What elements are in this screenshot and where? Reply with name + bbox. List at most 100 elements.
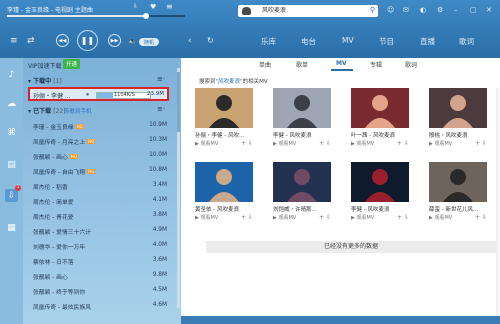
- track-row[interactable]: 凤凰传奇 - 最炫民族风 4.6M: [33, 300, 167, 312]
- mv-thumbnail[interactable]: [429, 162, 487, 202]
- watch-mv-button[interactable]: ▶ 观看MV: [195, 214, 218, 221]
- next-button[interactable]: ▶▶: [108, 34, 121, 47]
- track-row[interactable]: 蔡依林 - 日不落 3.6M: [33, 255, 167, 267]
- list-icon[interactable]: ▤: [5, 158, 18, 171]
- mv-thumbnail[interactable]: [429, 88, 487, 128]
- mv-thumbnail[interactable]: [273, 88, 331, 128]
- add-icon[interactable]: +: [475, 140, 480, 147]
- right-scrollbar[interactable]: [496, 88, 499, 318]
- menu-icon[interactable]: ≡: [10, 36, 18, 46]
- search-icon[interactable]: ⚲: [370, 6, 375, 14]
- track-row[interactable]: 李瑾 - 金玉良缘 HQ 10.9M: [33, 120, 167, 132]
- mv-card[interactable]: 李健 - 风吹麦浪 ▶ 观看MV + ⇩: [273, 88, 331, 148]
- watch-mv-button[interactable]: ▶ 观看MV: [195, 140, 218, 147]
- mv-caption[interactable]: 李健 - 风吹麦浪: [273, 131, 311, 139]
- progress-knob[interactable]: [142, 13, 149, 19]
- mv-card[interactable]: 刘恺威・许晴那... ▶ 观看MV + ⇩: [273, 162, 331, 222]
- search-input[interactable]: 风吹麦浪: [262, 6, 286, 16]
- mv-thumbnail[interactable]: [351, 88, 409, 128]
- refresh-icon[interactable]: ↻: [207, 36, 214, 45]
- track-row[interactable]: 凤凰传奇 - 自由飞翔 HQ 10.8M: [33, 165, 167, 177]
- watch-mv-button[interactable]: ▶ 观看MV: [351, 214, 374, 221]
- volume-icon[interactable]: 🔈: [128, 37, 137, 45]
- heart-icon[interactable]: ♥: [150, 3, 156, 11]
- tab-library[interactable]: 乐库: [261, 36, 276, 47]
- mv-card[interactable]: 李健 - 风吹麦浪 ▶ 观看MV + ⇩: [351, 162, 409, 222]
- watch-mv-button[interactable]: ▶ 观看MV: [429, 214, 452, 221]
- tab-live[interactable]: 直播: [420, 36, 435, 47]
- cloud-icon[interactable]: ☁: [5, 97, 18, 110]
- download-icon[interactable]: ⇩: [404, 214, 409, 221]
- mv-card[interactable]: 孙俪・李健 - 风吹... ▶ 观看MV + ⇩: [195, 88, 253, 148]
- download-icon[interactable]: ⇩: [326, 140, 331, 147]
- download-icon[interactable]: ⇩: [248, 214, 253, 221]
- track-row[interactable]: 张靓颖 - 终于等到你 4.5M: [33, 285, 167, 297]
- apps-icon[interactable]: ▦: [5, 221, 18, 234]
- playback-progress[interactable]: [7, 13, 185, 19]
- skin-icon[interactable]: ◐: [420, 6, 426, 14]
- left-scrollbar[interactable]: [177, 68, 180, 308]
- mail-icon[interactable]: ✉: [403, 6, 409, 14]
- mv-card[interactable]: 黄圣依 - 风吹麦浪 ▶ 观看MV + ⇩: [195, 162, 253, 222]
- download-icon[interactable]: ⇩: [326, 214, 331, 221]
- shuffle-icon[interactable]: ⇄: [27, 36, 35, 46]
- section-menu-icon[interactable]: ≡·: [157, 75, 165, 83]
- mv-caption[interactable]: 叶一茜 - 风吹麦浪: [351, 131, 395, 139]
- restore-icon[interactable]: ▢: [470, 6, 477, 14]
- radio-icon[interactable]: ⌘: [5, 126, 18, 139]
- track-row[interactable]: 周杰伦 - 青花瓷 3.8M: [33, 210, 167, 222]
- add-icon[interactable]: +: [319, 214, 324, 221]
- tab-radio[interactable]: 电台: [301, 36, 316, 47]
- pause-download-icon[interactable]: ⏸: [86, 91, 89, 99]
- watch-mv-button[interactable]: ▶ 观看MV: [273, 214, 296, 221]
- downloaded-section-header[interactable]: ▾ 已下载 [22]: [28, 106, 66, 115]
- user-icon[interactable]: ☺: [387, 6, 394, 14]
- watch-mv-button[interactable]: ▶ 观看MV: [429, 140, 452, 147]
- mv-caption[interactable]: 薛蛮 - 新世花儿风...: [429, 205, 478, 213]
- add-icon[interactable]: +: [397, 214, 402, 221]
- add-icon[interactable]: +: [241, 214, 246, 221]
- down-arrow-icon[interactable]: ⇩: [133, 3, 138, 10]
- mv-caption[interactable]: 孙俪・李健 - 风吹...: [195, 131, 244, 139]
- download-icon[interactable]: ⇩: [482, 214, 487, 221]
- track-row[interactable]: 刘德华 - 爱你一万年 4.0M: [33, 240, 167, 252]
- vip-open-button[interactable]: 开通: [63, 59, 81, 69]
- mv-caption[interactable]: 李健 - 风吹麦浪: [351, 205, 389, 213]
- scroll-thumb[interactable]: [177, 72, 180, 132]
- watch-mv-button[interactable]: ▶ 观看MV: [273, 140, 296, 147]
- section-menu-icon[interactable]: ≡·: [157, 105, 165, 113]
- track-row[interactable]: 张靓颖 - 画心 HQ 10.0M: [33, 150, 167, 162]
- watch-mv-button[interactable]: ▶ 观看MV: [351, 140, 374, 147]
- active-download-row[interactable]: 孙俪・李健 ... ⏸ 1104K/S 23.9M: [28, 87, 169, 101]
- mv-card[interactable]: 薛蛮 - 新世花儿风... ▶ 观看MV + ⇩: [429, 162, 487, 222]
- track-row[interactable]: 张靓颖 - 爱情三十六计 4.9M: [33, 225, 167, 237]
- mv-caption[interactable]: 刘恺威・许晴那...: [273, 205, 317, 213]
- download-icon[interactable]: ⇩: [482, 140, 487, 147]
- music-note-icon[interactable]: ♪: [5, 68, 18, 81]
- download-icon[interactable]: ⇩: [248, 140, 253, 147]
- pause-button[interactable]: ❚❚: [77, 30, 98, 51]
- send-to-phone-link[interactable]: 传歌到手机: [64, 107, 92, 115]
- back-icon[interactable]: ‹: [188, 36, 192, 46]
- add-icon[interactable]: +: [475, 214, 480, 221]
- play-mode-toggle[interactable]: 随机: [139, 38, 159, 46]
- previous-button[interactable]: ◀◀: [56, 34, 69, 47]
- track-row[interactable]: 周杰伦 - 稻香 3.4M: [33, 180, 167, 192]
- tab-lyrics[interactable]: 歌词: [459, 36, 474, 47]
- downloading-section-header[interactable]: ▾ 下载中 [1]: [28, 76, 62, 85]
- subtab-lyrics[interactable]: 歌词: [405, 60, 417, 69]
- mv-thumbnail[interactable]: [273, 162, 331, 202]
- add-icon[interactable]: +: [319, 140, 324, 147]
- add-icon[interactable]: +: [397, 140, 402, 147]
- subtab-albums[interactable]: 专辑: [370, 60, 382, 69]
- mv-card[interactable]: 叶一茜 - 风吹麦浪 ▶ 观看MV + ⇩: [351, 88, 409, 148]
- minimize-icon[interactable]: –: [454, 6, 458, 14]
- add-icon[interactable]: +: [241, 140, 246, 147]
- mv-card[interactable]: 殷桃・风吹麦浪 ▶ 观看MV + ⇩: [429, 88, 487, 148]
- track-row[interactable]: 凤凰传奇 - 月亮之上 HQ 10.3M: [33, 135, 167, 147]
- close-icon[interactable]: ✕: [486, 6, 492, 14]
- mv-caption[interactable]: 殷桃・风吹麦浪: [429, 131, 468, 139]
- tab-programs[interactable]: 节目: [379, 36, 394, 47]
- mv-caption[interactable]: 黄圣依 - 风吹麦浪: [195, 205, 239, 213]
- mv-thumbnail[interactable]: [195, 162, 253, 202]
